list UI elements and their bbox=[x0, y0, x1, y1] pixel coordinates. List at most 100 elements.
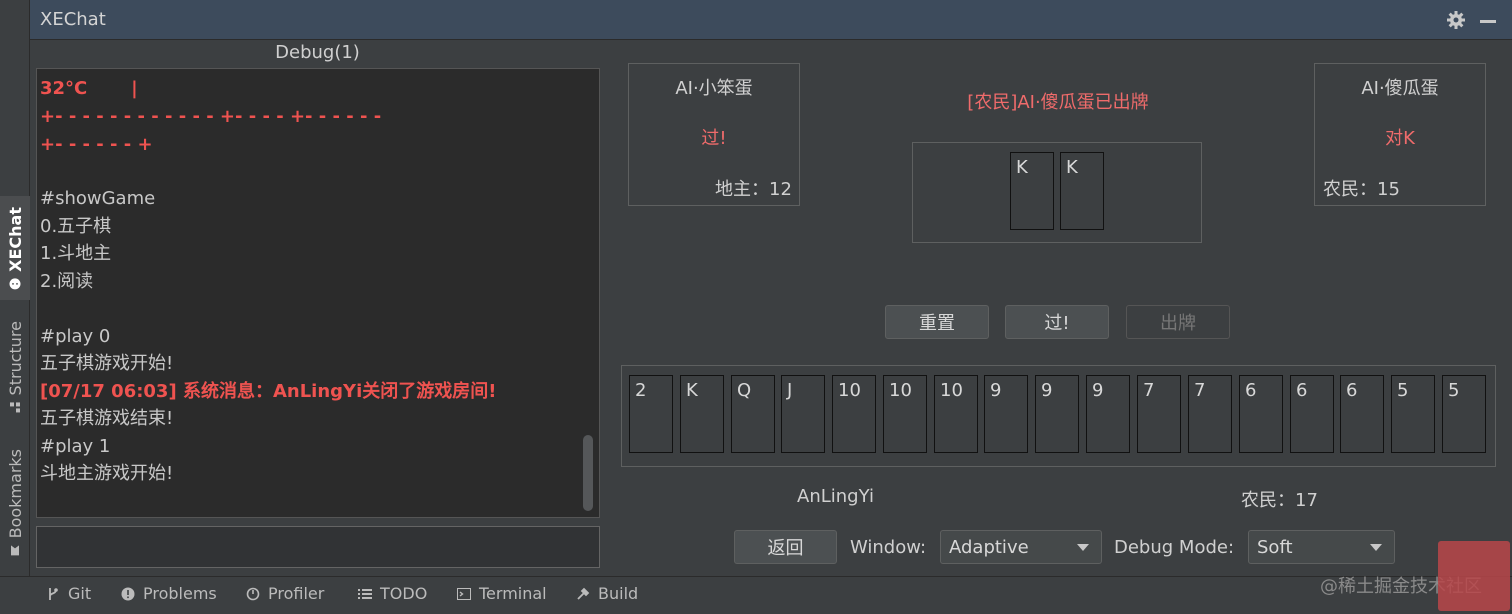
right-player-name: AI·傻瓜蛋 bbox=[1361, 78, 1439, 99]
card-rank: 9 bbox=[990, 380, 1002, 401]
left-player-status: 过! bbox=[701, 128, 727, 149]
last-play-message: [农民]AI·傻瓜蛋已出牌 bbox=[967, 92, 1149, 113]
hand-card[interactable]: 10 bbox=[883, 375, 927, 453]
hand-card[interactable]: 6 bbox=[1290, 375, 1334, 453]
reset-button[interactable]: 重置 bbox=[885, 305, 989, 339]
hand-card[interactable]: Q bbox=[731, 375, 775, 453]
card-rank: 5 bbox=[1397, 380, 1409, 401]
todo-icon bbox=[358, 588, 372, 599]
toolbar-label: Problems bbox=[143, 584, 217, 603]
problems-icon bbox=[121, 587, 135, 600]
card-rank: J bbox=[787, 380, 793, 401]
card-rank: 6 bbox=[1296, 380, 1308, 401]
card-rank: 7 bbox=[1143, 380, 1155, 401]
side-tab-xechat[interactable]: XEChat bbox=[0, 196, 30, 300]
table-cards-area: K K bbox=[912, 142, 1202, 243]
card-rank: Q bbox=[737, 380, 752, 401]
hand-card[interactable]: 10 bbox=[934, 375, 978, 453]
console-line: 32°C | bbox=[40, 78, 138, 99]
pass-button[interactable]: 过! bbox=[1005, 305, 1109, 339]
console-line: 五子棋游戏结束! bbox=[40, 408, 174, 429]
toolbar-label: Terminal bbox=[479, 584, 547, 603]
hand-card[interactable]: 2 bbox=[629, 375, 673, 453]
card-rank: 10 bbox=[838, 380, 861, 401]
console-line: 五子棋游戏开始! bbox=[40, 353, 174, 374]
card-rank: 6 bbox=[1346, 380, 1358, 401]
debug-mode-label: Debug Mode: bbox=[1114, 537, 1235, 558]
hand-card[interactable]: 6 bbox=[1340, 375, 1384, 453]
card-rank: K bbox=[1016, 157, 1028, 178]
toolbar-todo[interactable]: TODO bbox=[358, 584, 427, 603]
right-player-status: 对K bbox=[1385, 128, 1415, 149]
chevron-down-icon bbox=[1077, 544, 1089, 551]
console-line: +- - - - - - + bbox=[40, 134, 153, 155]
console-line: 2.阅读 bbox=[40, 271, 94, 292]
hand-card[interactable]: 7 bbox=[1137, 375, 1181, 453]
terminal-icon bbox=[457, 587, 471, 600]
hand-card[interactable]: 6 bbox=[1239, 375, 1283, 453]
console-line: +- - - - - - - - - - - - +- - - - +- - -… bbox=[40, 106, 382, 127]
debug-mode-select-value: Soft bbox=[1257, 536, 1293, 558]
debug-console[interactable]: 32°C | +- - - - - - - - - - - - +- - - -… bbox=[36, 68, 600, 518]
card-rank: 10 bbox=[940, 380, 963, 401]
hand-card[interactable]: 9 bbox=[1035, 375, 1079, 453]
side-tab-label: Bookmarks bbox=[5, 449, 25, 539]
toolbar-git[interactable]: Git bbox=[46, 584, 91, 603]
console-scrollbar[interactable] bbox=[583, 435, 593, 511]
hand-card[interactable]: 9 bbox=[984, 375, 1028, 453]
console-line: 1.斗地主 bbox=[40, 243, 112, 264]
toolbar-terminal[interactable]: Terminal bbox=[457, 584, 547, 603]
git-icon bbox=[49, 587, 58, 600]
console-line: 0.五子棋 bbox=[40, 216, 112, 237]
card-rank: 5 bbox=[1448, 380, 1460, 401]
chevron-down-icon bbox=[1370, 544, 1382, 551]
window-label: Window: bbox=[850, 537, 927, 558]
bookmark-icon bbox=[11, 545, 19, 556]
hand-card[interactable]: K bbox=[680, 375, 724, 453]
back-button[interactable]: 返回 bbox=[734, 530, 837, 564]
seal-logo bbox=[1438, 541, 1510, 611]
self-player-card-count: 农民：17 bbox=[1241, 490, 1318, 511]
card-rank: K bbox=[686, 380, 698, 401]
hand-cards-area: 2 K Q J 10 10 10 9 9 9 7 7 6 6 6 5 5 bbox=[621, 365, 1496, 467]
minimize-icon[interactable] bbox=[1480, 19, 1496, 23]
left-player-panel: AI·小笨蛋 过! 地主：12 bbox=[628, 63, 800, 206]
tool-window-strip: XEChat Structure Bookmarks bbox=[0, 0, 30, 576]
play-button[interactable]: 出牌 bbox=[1126, 305, 1230, 339]
right-player-card-count: 农民：15 bbox=[1323, 179, 1400, 200]
debug-title: Debug(1) bbox=[275, 42, 360, 63]
right-player-panel: AI·傻瓜蛋 对K 农民：15 bbox=[1314, 63, 1486, 206]
side-tab-structure[interactable]: Structure bbox=[0, 312, 30, 422]
toolbar-label: Git bbox=[68, 584, 92, 603]
tool-window-header: XEChat bbox=[30, 0, 1512, 40]
hand-card[interactable]: 5 bbox=[1391, 375, 1435, 453]
table-card: K bbox=[1060, 152, 1104, 230]
table-card: K bbox=[1010, 152, 1054, 230]
window-title: XEChat bbox=[40, 9, 106, 30]
hand-card[interactable]: 5 bbox=[1442, 375, 1486, 453]
hand-card[interactable]: 10 bbox=[832, 375, 876, 453]
toolbar-problems[interactable]: Problems bbox=[121, 584, 217, 603]
command-input[interactable] bbox=[36, 526, 600, 568]
build-icon bbox=[577, 587, 590, 600]
bottom-tool-bar: Git Problems Profiler TODO Terminal Buil… bbox=[0, 576, 1512, 614]
gear-icon[interactable] bbox=[1446, 10, 1466, 30]
self-player-name: AnLingYi bbox=[797, 486, 874, 507]
window-select[interactable]: Adaptive bbox=[940, 530, 1102, 564]
console-line: [07/17 06:03] 系统消息：AnLingYi关闭了游戏房间! bbox=[40, 381, 497, 402]
console-line: #showGame bbox=[40, 188, 156, 209]
hand-card[interactable]: J bbox=[781, 375, 825, 453]
structure-icon bbox=[10, 402, 20, 413]
toolbar-profiler[interactable]: Profiler bbox=[246, 584, 324, 603]
hand-card[interactable]: 7 bbox=[1188, 375, 1232, 453]
left-player-card-count: 地主：12 bbox=[715, 179, 792, 200]
console-line: #play 0 bbox=[40, 326, 111, 347]
toolbar-build[interactable]: Build bbox=[576, 584, 638, 603]
card-rank: 6 bbox=[1245, 380, 1257, 401]
debug-mode-select[interactable]: Soft bbox=[1248, 530, 1395, 564]
side-tab-label: Structure bbox=[5, 320, 25, 396]
side-tab-bookmarks[interactable]: Bookmarks bbox=[0, 440, 30, 566]
hand-card[interactable]: 9 bbox=[1086, 375, 1130, 453]
card-rank: 7 bbox=[1194, 380, 1206, 401]
card-rank: 9 bbox=[1092, 380, 1104, 401]
